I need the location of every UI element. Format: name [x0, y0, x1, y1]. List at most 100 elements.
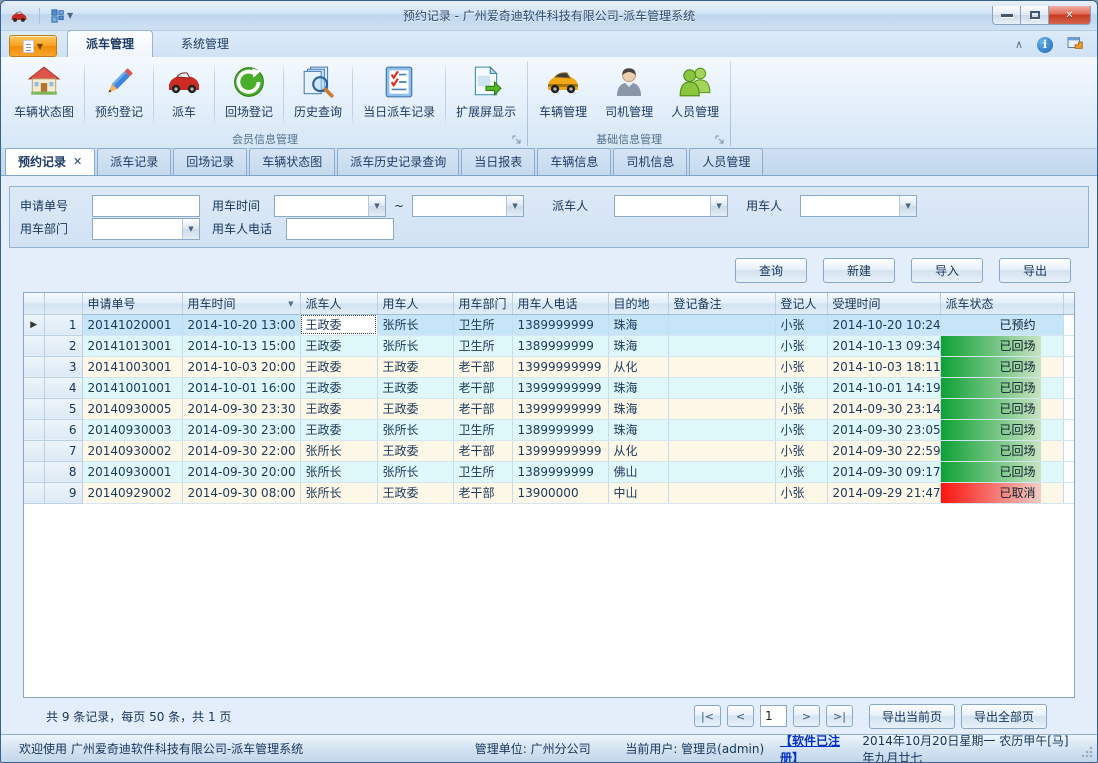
grid-cell[interactable]: 20140930001	[82, 461, 182, 482]
dispatch-status-cell[interactable]: 已回场	[940, 335, 1063, 356]
grid-cell[interactable]: 王政委	[377, 398, 453, 419]
grid-cell[interactable]: 小张	[775, 440, 827, 461]
grid-cell[interactable]: 2014-09-30 23:00	[182, 419, 300, 440]
column-header-status[interactable]: 派车状态	[940, 293, 1063, 314]
layout-switch-button[interactable]: ▼	[48, 7, 76, 25]
next-page-button[interactable]: >	[793, 705, 820, 727]
scrollbar-track[interactable]	[1063, 440, 1075, 461]
row-number[interactable]: 1	[44, 314, 82, 335]
grid-cell[interactable]: 1389999999	[512, 335, 608, 356]
grid-cell[interactable]	[668, 482, 775, 503]
driver-manage-button[interactable]: 司机管理	[596, 59, 662, 130]
scrollbar-track[interactable]	[1063, 293, 1075, 314]
dispatch-status-cell[interactable]: 已预约	[940, 314, 1063, 335]
scrollbar-track[interactable]	[1063, 482, 1075, 503]
grid-cell[interactable]	[668, 377, 775, 398]
grid-cell[interactable]: 王政委	[300, 377, 377, 398]
grid-cell[interactable]: 老干部	[453, 377, 512, 398]
page-number-input[interactable]	[760, 705, 787, 727]
grid-cell[interactable]: 2014-10-01 14:19	[827, 377, 940, 398]
current-row-indicator[interactable]: ▶	[24, 314, 44, 335]
row-number[interactable]: 5	[44, 398, 82, 419]
people-manage-button[interactable]: 人员管理	[662, 59, 728, 130]
import-button[interactable]: 导入	[911, 258, 983, 283]
grid-cell[interactable]: 小张	[775, 314, 827, 335]
dept-combo[interactable]: ▼	[92, 218, 200, 240]
dispatch-status-cell[interactable]: 已回场	[940, 356, 1063, 377]
grid-cell[interactable]: 王政委	[300, 314, 377, 335]
info-icon[interactable]: i	[1037, 37, 1053, 53]
grid-cell[interactable]	[668, 419, 775, 440]
grid-cell[interactable]: 王政委	[377, 377, 453, 398]
chevron-down-icon[interactable]: ▼	[182, 219, 199, 239]
dispatch-status-cell[interactable]: 已回场	[940, 398, 1063, 419]
row-indicator[interactable]	[24, 461, 44, 482]
doc-tab-dispatch-history-query[interactable]: 派车历史记录查询	[337, 148, 459, 175]
grid-cell[interactable]: 小张	[775, 356, 827, 377]
ribbon-tab-system[interactable]: 系统管理	[163, 31, 247, 57]
grid-cell[interactable]: 王政委	[377, 482, 453, 503]
doc-tab-vehicle-info[interactable]: 车辆信息	[537, 148, 611, 175]
grid-cell[interactable]: 20140930002	[82, 440, 182, 461]
scrollbar-track[interactable]	[1063, 314, 1075, 335]
grid-cell[interactable]: 1389999999	[512, 419, 608, 440]
grid-cell[interactable]: 20140930003	[82, 419, 182, 440]
column-header-phone[interactable]: 用车人电话	[512, 293, 608, 314]
close-tab-icon[interactable]: ✕	[73, 155, 82, 168]
row-indicator[interactable]	[24, 398, 44, 419]
grid-cell[interactable]: 佛山	[608, 461, 668, 482]
grid-cell[interactable]: 20140930005	[82, 398, 182, 419]
scrollbar-track[interactable]	[1063, 335, 1075, 356]
grid-cell[interactable]: 小张	[775, 398, 827, 419]
grid-cell[interactable]: 2014-10-03 20:00	[182, 356, 300, 377]
row-number[interactable]: 6	[44, 419, 82, 440]
grid-cell[interactable]: 小张	[775, 419, 827, 440]
grid-cell[interactable]: 张所长	[377, 314, 453, 335]
grid-cell[interactable]: 2014-09-30 09:17	[827, 461, 940, 482]
doc-tab-driver-info[interactable]: 司机信息	[613, 148, 687, 175]
grid-cell[interactable]: 小张	[775, 377, 827, 398]
grid-cell[interactable]	[668, 314, 775, 335]
grid-cell[interactable]: 2014-09-30 23:05	[827, 419, 940, 440]
grid-cell[interactable]: 20141001001	[82, 377, 182, 398]
dispatch-status-cell[interactable]: 已取消	[940, 482, 1063, 503]
grid-cell[interactable]: 珠海	[608, 377, 668, 398]
grid-cell[interactable]: 珠海	[608, 335, 668, 356]
grid-cell[interactable]: 老干部	[453, 482, 512, 503]
grid-cell[interactable]: 小张	[775, 335, 827, 356]
request-no-input[interactable]	[92, 195, 200, 217]
app-menu-button[interactable]: ▼	[9, 35, 57, 57]
row-indicator[interactable]	[24, 377, 44, 398]
grid-cell[interactable]: 1389999999	[512, 461, 608, 482]
maximize-button[interactable]	[1020, 6, 1049, 25]
column-header-registrar[interactable]: 登记人	[775, 293, 827, 314]
license-link[interactable]: 【软件已注册】	[780, 732, 848, 763]
grid-cell[interactable]: 卫生所	[453, 335, 512, 356]
grid-cell[interactable]: 2014-10-01 16:00	[182, 377, 300, 398]
minimize-button[interactable]	[992, 6, 1021, 25]
grid-cell[interactable]: 20141003001	[82, 356, 182, 377]
chevron-down-icon[interactable]: ▼	[710, 196, 727, 216]
grid-cell[interactable]: 王政委	[300, 398, 377, 419]
last-page-button[interactable]: >|	[826, 705, 853, 727]
dispatcher-combo[interactable]: ▼	[614, 195, 728, 217]
dialog-launcher-icon[interactable]	[512, 135, 522, 145]
close-button[interactable]: ✕	[1048, 6, 1091, 25]
grid-cell[interactable]: 2014-09-30 22:59	[827, 440, 940, 461]
grid-cell[interactable]: 张所长	[300, 440, 377, 461]
row-number[interactable]: 7	[44, 440, 82, 461]
grid-cell[interactable]	[668, 440, 775, 461]
daily-dispatch-record-button[interactable]: 当日派车记录	[354, 59, 444, 130]
grid-cell[interactable]: 从化	[608, 356, 668, 377]
table-row[interactable]: 7201409300022014-09-30 22:00张所长王政委老干部139…	[24, 440, 1075, 461]
grid-cell[interactable]: 20140929002	[82, 482, 182, 503]
table-row[interactable]: ▶1201410200012014-10-20 13:00王政委张所长卫生所13…	[24, 314, 1075, 335]
grid-cell[interactable]: 张所长	[377, 419, 453, 440]
export-current-page-button[interactable]: 导出当前页	[869, 704, 955, 729]
doc-tab-vehicle-status-map[interactable]: 车辆状态图	[249, 148, 335, 175]
doc-tab-return-records[interactable]: 回场记录	[173, 148, 247, 175]
grid-cell[interactable]: 老干部	[453, 440, 512, 461]
chevron-down-icon[interactable]: ▼	[506, 196, 523, 216]
column-header-destination[interactable]: 目的地	[608, 293, 668, 314]
table-row[interactable]: 5201409300052014-09-30 23:30王政委王政委老干部139…	[24, 398, 1075, 419]
